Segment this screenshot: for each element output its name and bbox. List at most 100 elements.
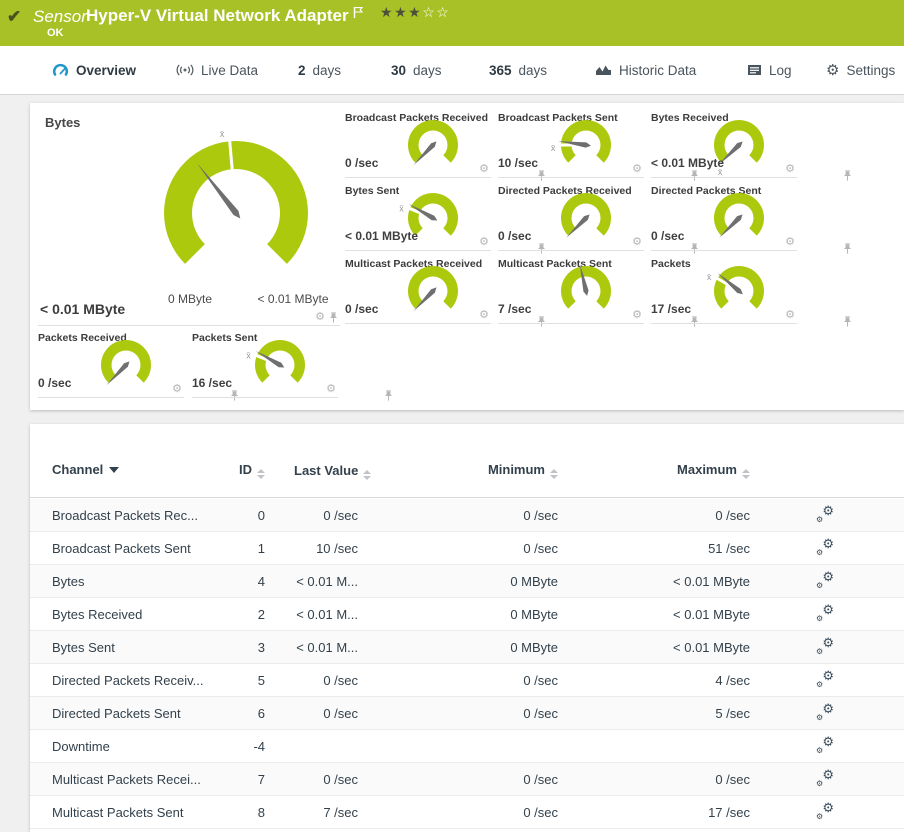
table-row: Bytes 4 < 0.01 M... 0 MByte < 0.01 MByte ⚙ ⚙ bbox=[30, 565, 904, 598]
table-row: Downtime -4 ⚙ ⚙ bbox=[30, 730, 904, 763]
tab-overview[interactable]: Overview bbox=[52, 46, 136, 94]
gauge-tile-packets[interactable]: Packets x̄ 17 /sec ⚙ bbox=[651, 258, 852, 327]
tile-icon-group: ⚙ bbox=[632, 237, 699, 254]
tile-icon-group: ⚙ bbox=[785, 237, 852, 254]
gear-icon[interactable]: ⚙ bbox=[632, 164, 642, 175]
sort-icon bbox=[742, 469, 750, 479]
gear-icon[interactable]: ⚙ bbox=[479, 164, 489, 175]
gauge-tile-bytes-sent[interactable]: Bytes Sent x̄ < 0.01 MByte ⚙ bbox=[345, 185, 546, 254]
cell-last-value: < 0.01 M... bbox=[296, 606, 358, 622]
big-gauge-tile[interactable]: x̄ 0 MByte < 0.01 MByte < 0.01 MByte ⚙ bbox=[38, 109, 340, 326]
channel-settings-icon[interactable]: ⚙ ⚙ bbox=[816, 669, 834, 689]
gauge-tile-broadcast-packets-sent[interactable]: Broadcast Packets Sent x̄ 10 /sec ⚙ bbox=[498, 112, 699, 181]
channel-settings-icon[interactable]: ⚙ ⚙ bbox=[816, 603, 834, 623]
gauge-tile-multicast-packets-sent[interactable]: Multicast Packets Sent 7 /sec ⚙ bbox=[498, 258, 699, 327]
pin-icon[interactable] bbox=[384, 390, 393, 401]
gauge-scale-min-label: 0 MByte bbox=[167, 292, 213, 306]
star-icon[interactable]: ☆ bbox=[422, 4, 436, 20]
gauge-value: < 0.01 MByte bbox=[651, 156, 725, 170]
pin-icon[interactable] bbox=[843, 170, 852, 181]
channel-settings-icon[interactable]: ⚙ ⚙ bbox=[816, 636, 834, 656]
gear-icon[interactable]: ⚙ bbox=[785, 164, 795, 175]
tile-icon-group: ⚙ bbox=[632, 310, 699, 327]
tab-label: days bbox=[312, 62, 342, 78]
tab-live-data[interactable]: Live Data bbox=[176, 46, 258, 94]
cell-minimum: 0 /sec bbox=[523, 540, 558, 556]
gear-icon[interactable]: ⚙ bbox=[785, 237, 795, 248]
gear-icon[interactable]: ⚙ bbox=[315, 312, 325, 323]
channel-settings-icon[interactable]: ⚙ ⚙ bbox=[816, 735, 834, 755]
cell-channel: Bytes bbox=[52, 573, 85, 589]
table-body: Broadcast Packets Rec... 0 0 /sec 0 /sec 0 /… bbox=[30, 499, 904, 829]
tab-historic-data[interactable]: Historic Data bbox=[595, 46, 696, 94]
tab-365-days[interactable]: 365 days bbox=[489, 46, 547, 94]
gauge-tile-directed-packets-received[interactable]: Directed Packets Received 0 /sec ⚙ bbox=[498, 185, 699, 254]
channel-settings-icon[interactable]: ⚙ ⚙ bbox=[816, 537, 834, 557]
gear-icon[interactable]: ⚙ bbox=[172, 384, 182, 395]
cell-minimum: 0 /sec bbox=[523, 672, 558, 688]
cell-last-value: 0 /sec bbox=[323, 507, 358, 523]
priority-flag-icon[interactable] bbox=[353, 4, 364, 24]
star-icon[interactable]: ★ bbox=[408, 4, 422, 20]
tile-icon-group: ⚙ bbox=[479, 237, 546, 254]
gauge-tile-bytes-received[interactable]: Bytes Received x̄ < 0.01 MByte ⚙ bbox=[651, 112, 852, 181]
cell-maximum: 5 /sec bbox=[715, 705, 750, 721]
gauge-tile-directed-packets-sent[interactable]: Directed Packets Sent 0 /sec ⚙ bbox=[651, 185, 852, 254]
gear-icon[interactable]: ⚙ bbox=[632, 310, 642, 321]
column-header-last-value[interactable]: Last Value bbox=[265, 462, 372, 480]
pin-icon[interactable] bbox=[329, 312, 338, 323]
channel-settings-icon[interactable]: ⚙ ⚙ bbox=[816, 768, 834, 788]
svg-text:x̄: x̄ bbox=[707, 272, 712, 282]
gauge-tile-packets-sent[interactable]: Packets Sent x̄ 16 /sec ⚙ bbox=[192, 332, 393, 401]
column-header-maximum[interactable]: Maximum bbox=[558, 462, 750, 479]
gauge-tile-packets-received[interactable]: Packets Received 0 /sec ⚙ bbox=[38, 332, 239, 401]
gauge-tile-broadcast-packets-received[interactable]: Broadcast Packets Received 0 /sec ⚙ bbox=[345, 112, 546, 181]
cell-channel: Directed Packets Receiv... bbox=[52, 672, 204, 688]
channel-settings-icon[interactable]: ⚙ ⚙ bbox=[816, 570, 834, 590]
cell-maximum: 4 /sec bbox=[715, 672, 750, 688]
gear-icon[interactable]: ⚙ bbox=[632, 237, 642, 248]
gear-icon[interactable]: ⚙ bbox=[479, 310, 489, 321]
gauge-label: Packets Sent bbox=[192, 332, 258, 344]
tile-icon-group: ⚙ bbox=[326, 384, 393, 401]
tile-icon-group: ⚙ bbox=[479, 164, 546, 181]
tab-30-days[interactable]: 30 days bbox=[391, 46, 442, 94]
cell-last-value: < 0.01 M... bbox=[296, 639, 358, 655]
cell-maximum: < 0.01 MByte bbox=[673, 639, 750, 655]
gauges-panel: Bytes x̄ 0 MByte < 0.01 MByte < 0.01 MBy… bbox=[30, 103, 904, 410]
page-title: Hyper-V Virtual Network Adapter bbox=[86, 6, 364, 26]
gear-icon[interactable]: ⚙ bbox=[785, 310, 795, 321]
star-icon[interactable]: ★ bbox=[394, 4, 408, 20]
cell-maximum: 0 /sec bbox=[715, 507, 750, 523]
cell-channel: Directed Packets Sent bbox=[52, 705, 181, 721]
sort-desc-icon bbox=[109, 467, 120, 473]
gear-icon[interactable]: ⚙ bbox=[479, 237, 489, 248]
gear-icon[interactable]: ⚙ bbox=[326, 384, 336, 395]
star-rating[interactable]: ★★★☆☆ bbox=[380, 4, 450, 21]
star-icon[interactable]: ☆ bbox=[436, 4, 450, 20]
gauge-tile-multicast-packets-received[interactable]: Multicast Packets Received 0 /sec ⚙ bbox=[345, 258, 546, 327]
cell-channel: Downtime bbox=[52, 738, 110, 754]
tab-settings[interactable]: ⚙ Settings bbox=[826, 46, 895, 94]
star-icon[interactable]: ★ bbox=[380, 4, 394, 20]
area-chart-icon bbox=[596, 65, 611, 75]
cell-id: 3 bbox=[257, 639, 265, 655]
tile-icon-group: ⚙ bbox=[785, 310, 852, 327]
column-header-id[interactable]: ID bbox=[220, 462, 265, 479]
tab-2-days[interactable]: 2 days bbox=[298, 46, 341, 94]
channel-settings-icon[interactable]: ⚙ ⚙ bbox=[816, 801, 834, 821]
tab-number: 2 bbox=[298, 62, 306, 78]
column-header-channel[interactable]: Channel bbox=[52, 462, 220, 477]
pin-icon[interactable] bbox=[843, 316, 852, 327]
table-row: Directed Packets Sent 6 0 /sec 0 /sec 5 /sec… bbox=[30, 697, 904, 730]
cell-channel: Multicast Packets Sent bbox=[52, 804, 184, 820]
column-header-minimum[interactable]: Minimum bbox=[358, 462, 558, 479]
channel-settings-icon[interactable]: ⚙ ⚙ bbox=[816, 702, 834, 722]
sensor-title-text: Hyper-V Virtual Network Adapter bbox=[86, 6, 349, 25]
sensor-kind-label: Sensor bbox=[33, 7, 87, 26]
tab-log[interactable]: Log bbox=[747, 46, 792, 94]
pin-icon[interactable] bbox=[843, 243, 852, 254]
tab-label: Settings bbox=[846, 62, 896, 78]
tab-label: Overview bbox=[76, 62, 137, 78]
channel-settings-icon[interactable]: ⚙ ⚙ bbox=[816, 504, 834, 524]
